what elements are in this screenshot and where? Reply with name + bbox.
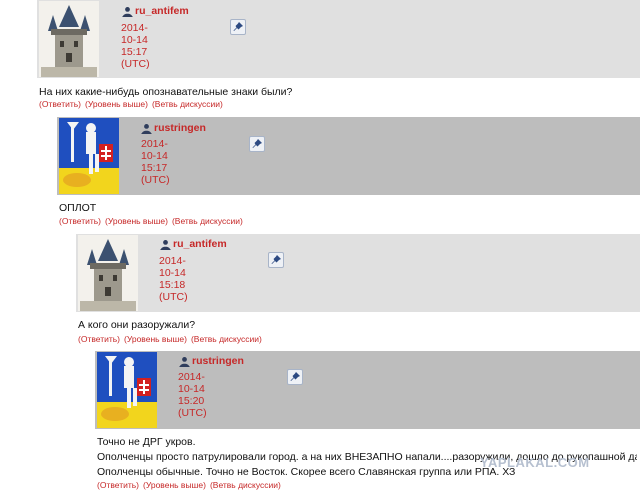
avatar[interactable]: [97, 352, 157, 428]
parent-link[interactable]: (Уровень выше): [143, 480, 206, 490]
user-icon[interactable]: [179, 356, 190, 367]
parent-link[interactable]: (Уровень выше): [85, 99, 148, 109]
pin-icon: [288, 370, 302, 384]
avatar[interactable]: [39, 1, 99, 77]
site-watermark: YAPLAKAL.COM: [480, 455, 590, 470]
user-icon[interactable]: [141, 123, 152, 134]
thread-link[interactable]: (Ветвь дискуссии): [191, 334, 262, 344]
link-pin-button[interactable]: [249, 136, 265, 152]
comment-actions: (Ответить) (Уровень выше) (Ветвь дискуссии…: [39, 99, 223, 109]
username-row: ru_antifem: [122, 5, 189, 17]
thread-link[interactable]: (Ветвь дискуссии): [172, 216, 243, 226]
parent-link[interactable]: (Уровень выше): [124, 334, 187, 344]
username-row: rustringen: [179, 355, 244, 367]
reply-link[interactable]: (Ответить): [39, 99, 81, 109]
avatar[interactable]: [59, 118, 119, 194]
comment-actions: (Ответить) (Уровень выше) (Ветвь дискуссии…: [59, 216, 243, 226]
user-icon[interactable]: [160, 239, 171, 250]
link-pin-button[interactable]: [230, 19, 246, 35]
reply-link[interactable]: (Ответить): [59, 216, 101, 226]
comment-actions: (Ответить) (Уровень выше) (Ветвь дискуссии…: [97, 480, 281, 490]
avatar[interactable]: [78, 235, 138, 311]
reply-link[interactable]: (Ответить): [78, 334, 120, 344]
timestamp: 2014-10-14 15:17 (UTC): [121, 22, 150, 70]
timestamp: 2014-10-14 15:20 (UTC): [178, 371, 207, 419]
username-row: ru_antifem: [160, 238, 227, 250]
username-link[interactable]: ru_antifem: [135, 5, 189, 17]
username-link[interactable]: rustringen: [192, 355, 244, 367]
comment-body: А кого они разоружали?: [78, 319, 196, 331]
comment-body-line-1: Точно не ДРГ укров.: [97, 436, 196, 448]
parent-link[interactable]: (Уровень выше): [105, 216, 168, 226]
link-pin-button[interactable]: [268, 252, 284, 268]
pin-icon: [250, 137, 264, 151]
timestamp: 2014-10-14 15:18 (UTC): [159, 255, 188, 303]
comment-header: [95, 351, 640, 429]
pin-icon: [231, 20, 245, 34]
username-link[interactable]: ru_antifem: [173, 238, 227, 250]
pin-icon: [269, 253, 283, 267]
comment-body: На них какие-нибудь опознавательные знак…: [39, 86, 293, 98]
username-link[interactable]: rustringen: [154, 122, 206, 134]
thread-link[interactable]: (Ветвь дискуссии): [152, 99, 223, 109]
user-icon[interactable]: [122, 6, 133, 17]
comment-actions: (Ответить) (Уровень выше) (Ветвь дискуссии…: [78, 334, 262, 344]
thread-link[interactable]: (Ветвь дискуссии): [210, 480, 281, 490]
timestamp: 2014-10-14 15:17 (UTC): [141, 138, 170, 186]
comment-body: ОПЛОТ: [59, 202, 97, 214]
link-pin-button[interactable]: [287, 369, 303, 385]
username-row: rustringen: [141, 122, 206, 134]
comment-body-line-3: Ополченцы обычные. Точно не Восток. Скор…: [97, 466, 516, 478]
reply-link[interactable]: (Ответить): [97, 480, 139, 490]
